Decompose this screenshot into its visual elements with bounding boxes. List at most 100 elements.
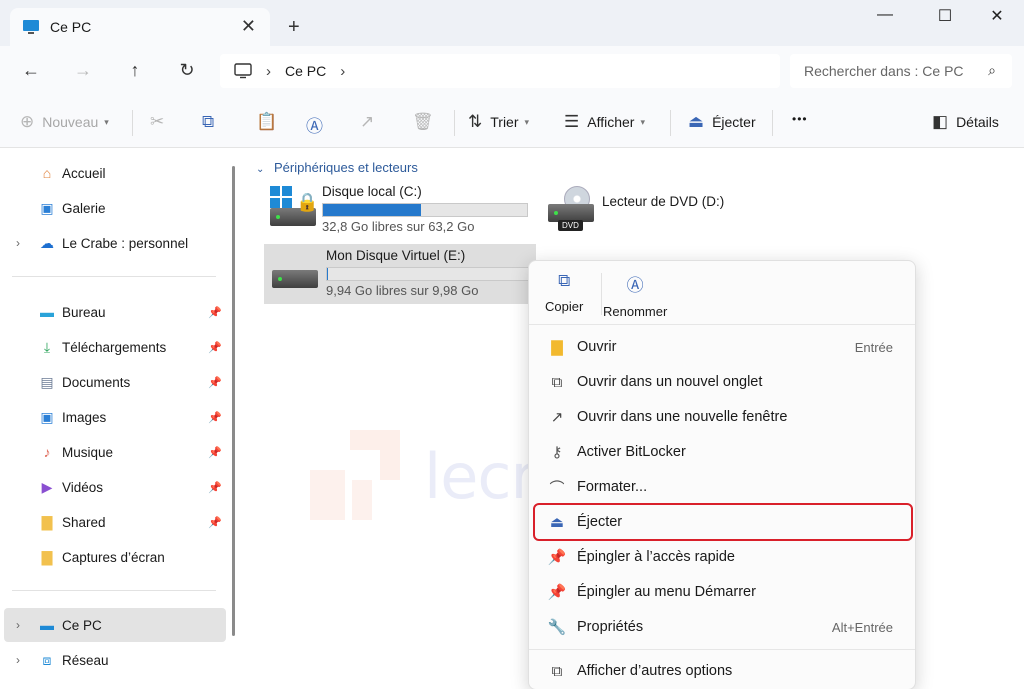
sidebar-item-onedrive[interactable]: › ☁ Le Crabe : personnel [4,226,226,260]
drive-d[interactable]: DVD Lecteur de DVD (D:) [546,186,746,236]
documents-icon: ▤ [40,373,54,390]
sidebar-item-label: Galerie [62,200,106,216]
menu-item-properties[interactable]: 🔧 Propriétés Alt+Entrée [535,610,911,644]
copy-action-button[interactable]: ⧉ Copier [545,271,583,314]
pin-icon[interactable]: 📌 [208,516,222,529]
search-box[interactable]: Rechercher dans : Ce PC ⌕ [790,54,1012,88]
sidebar-divider [12,276,216,277]
wrench-icon: 🔧 [547,619,567,636]
cut-button[interactable]: ✂ [150,112,172,132]
pin-icon[interactable]: 📌 [208,411,222,424]
sidebar-item-ce-pc[interactable]: › ▬ Ce PC [4,608,226,642]
menu-item-new-tab[interactable]: ⧉ Ouvrir dans un nouvel onglet [535,365,911,399]
chevron-right-icon[interactable]: › [340,63,345,80]
more-options-button[interactable]: ••• [792,112,808,126]
pin-icon[interactable]: 📌 [208,306,222,319]
bitlocker-key-icon: ⚷ [551,444,563,461]
folder-icon: ▇ [41,548,53,565]
sidebar-item-musique[interactable]: ♪ Musique 📌 [4,435,226,469]
share-button[interactable]: ↗ [360,112,382,132]
delete-button[interactable]: 🗑 [412,112,442,132]
sidebar-item-videos[interactable]: ▶ Vidéos 📌 [4,470,226,504]
menu-item-label: Ouvrir [577,339,617,355]
sidebar-item-label: Vidéos [62,479,104,495]
context-menu: ⧉ Copier Ⓐ Renommer ▇ Ouvrir Entrée ⧉ Ou… [528,260,916,689]
menu-item-pin-start[interactable]: 📌 Épingler au menu Démarrer [535,575,911,609]
format-drive-icon: ⌒ [549,479,565,497]
tab-ce-pc[interactable]: Ce PC ✕ [10,8,270,46]
onedrive-icon: ☁ [40,234,54,251]
eject-button[interactable]: ⏏ Éjecter [688,112,756,132]
forward-button[interactable]: → [70,60,96,84]
menu-item-more-options[interactable]: ⧉ Afficher d’autres options [535,654,911,688]
more-options-icon: ⧉ [551,662,563,680]
menu-item-pin-quick-access[interactable]: 📌 Épingler à l’accès rapide [535,540,911,574]
open-new-tab-icon: ⧉ [551,373,563,391]
menu-item-eject[interactable]: ⏏ Éjecter [533,503,913,541]
lock-icon: 🔒 [296,192,319,212]
breadcrumb-ce-pc[interactable]: Ce PC [285,63,326,79]
menu-item-format[interactable]: ⌒ Formater... [535,470,911,504]
drive-c[interactable]: 🔒 Disque local (C:) 32,8 Go libres sur 6… [268,184,538,240]
rename-button[interactable]: Ⓐ [306,112,331,137]
sidebar-item-documents[interactable]: ▤ Documents 📌 [4,365,226,399]
minimize-button[interactable]: — [870,6,900,28]
copy-button[interactable]: ⧉ [202,112,222,132]
close-window-button[interactable]: ✕ [982,6,1012,28]
chevron-right-icon[interactable]: › [16,236,20,250]
view-button[interactable]: ☰ Afficher ▾ [564,112,645,132]
sidebar-scrollbar[interactable] [232,166,235,636]
close-tab-icon[interactable]: ✕ [241,16,256,37]
new-tab-icon[interactable]: + [288,16,300,39]
menu-item-new-window[interactable]: ↗ Ouvrir dans une nouvelle fenêtre [535,400,911,434]
rename-action-button[interactable]: Ⓐ Renommer [603,271,667,319]
sort-button[interactable]: ⇅ Trier ▾ [468,112,529,132]
navigation-bar: ← → ↑ ↻ › Ce PC › Rechercher dans : Ce P… [0,46,1024,98]
group-title: Périphériques et lecteurs [274,160,418,175]
copy-icon: ⧉ [558,271,571,290]
sidebar-item-label: Images [62,409,107,425]
details-button[interactable]: ◧ Détails [932,112,999,132]
up-button[interactable]: ↑ [122,60,148,84]
back-button[interactable]: ← [18,60,44,84]
trash-icon: 🗑 [412,112,434,131]
chevron-right-icon[interactable]: › [16,653,20,667]
new-button[interactable]: ⊕ Nouveau ▾ [20,112,109,132]
pin-icon[interactable]: 📌 [208,376,222,389]
menu-item-ouvrir[interactable]: ▇ Ouvrir Entrée [535,330,911,364]
sidebar-item-galerie[interactable]: ▣ Galerie [4,191,226,225]
address-bar[interactable]: › Ce PC › [220,54,780,88]
dvd-drive-icon: DVD [546,186,602,236]
view-list-icon: ☰ [564,112,580,131]
drive-c-name: Disque local (C:) [322,184,422,199]
sidebar-item-telechargements[interactable]: ⤓ Téléchargements 📌 [4,330,226,364]
search-input[interactable]: Rechercher dans : Ce PC [804,63,964,79]
menu-item-bitlocker[interactable]: ⚷ Activer BitLocker [535,435,911,469]
pin-icon[interactable]: 📌 [208,341,222,354]
refresh-button[interactable]: ↻ [174,60,200,84]
download-icon: ⤓ [43,338,51,355]
watermark-logo [310,430,400,520]
network-icon: ⧈ [42,651,52,668]
paste-button[interactable]: 📋 [256,112,285,132]
maximize-button[interactable]: ☐ [930,6,960,28]
sidebar-item-bureau[interactable]: ▬ Bureau 📌 [4,295,226,329]
group-header[interactable]: ⌄ Périphériques et lecteurs [256,160,418,175]
sidebar-item-label: Captures d’écran [62,549,165,565]
sidebar-item-images[interactable]: ▣ Images 📌 [4,400,226,434]
sidebar-item-accueil[interactable]: ⌂ Accueil [4,156,226,190]
sidebar-item-captures[interactable]: ▇ Captures d’écran [4,540,226,574]
chevron-right-icon[interactable]: › [16,618,20,632]
sidebar-item-shared[interactable]: ▇ Shared 📌 [4,505,226,539]
copy-action-label: Copier [545,299,584,314]
new-label: Nouveau [42,114,99,130]
pin-icon[interactable]: 📌 [208,446,222,459]
pin-icon[interactable]: 📌 [208,481,222,494]
toolbar-divider [670,110,671,136]
drive-e[interactable]: Mon Disque Virtuel (E:) 9,94 Go libres s… [264,244,536,304]
menu-item-label: Ouvrir dans une nouvelle fenêtre [577,409,788,425]
sidebar-item-label: Accueil [62,165,106,181]
sidebar-item-label: Téléchargements [62,339,167,355]
sidebar-item-reseau[interactable]: › ⧈ Réseau [4,643,226,677]
toolbar-divider [132,110,133,136]
